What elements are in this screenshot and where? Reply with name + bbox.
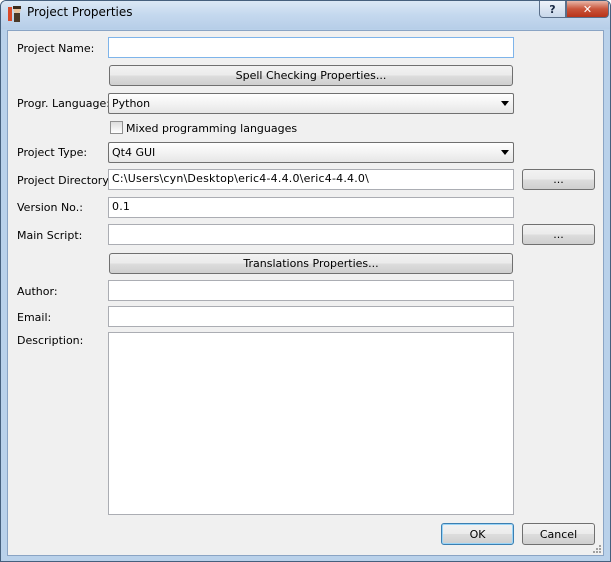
- spell-checking-button[interactable]: Spell Checking Properties...: [109, 65, 513, 86]
- chevron-down-icon: [501, 150, 509, 155]
- title-bar[interactable]: Project Properties ? ✕: [1, 1, 610, 29]
- mixed-languages-checkbox[interactable]: [110, 121, 123, 134]
- project-name-field[interactable]: [108, 37, 514, 58]
- translations-properties-button[interactable]: Translations Properties...: [109, 253, 513, 274]
- project-directory-label: Project Directory:: [17, 174, 112, 187]
- browse-directory-button[interactable]: ...: [522, 169, 595, 190]
- project-type-label: Project Type:: [17, 146, 88, 159]
- close-icon[interactable]: ✕: [566, 1, 609, 18]
- email-label: Email:: [17, 311, 52, 324]
- window-title: Project Properties: [27, 5, 133, 19]
- mixed-languages-label: Mixed programming languages: [126, 122, 298, 135]
- project-properties-dialog: Project Properties ? ✕ Project Name: Spe…: [0, 0, 611, 562]
- dialog-body: Project Name: Spell Checking Properties.…: [7, 30, 604, 556]
- eric-app-icon: [8, 6, 21, 22]
- author-field[interactable]: [108, 280, 514, 301]
- version-field[interactable]: 0.1: [108, 197, 514, 218]
- project-type-select[interactable]: Qt4 GUI: [108, 142, 514, 163]
- project-type-value: Qt4 GUI: [112, 146, 156, 159]
- project-name-label: Project Name:: [17, 42, 95, 55]
- main-script-field[interactable]: [108, 224, 514, 245]
- language-select[interactable]: Python: [108, 93, 514, 114]
- project-directory-field[interactable]: C:\Users\cyn\Desktop\eric4-4.4.0\eric4-4…: [108, 169, 514, 190]
- description-textarea[interactable]: [108, 332, 514, 515]
- ok-button[interactable]: OK: [441, 523, 514, 545]
- email-field[interactable]: [108, 306, 514, 327]
- author-label: Author:: [17, 285, 58, 298]
- description-label: Description:: [17, 334, 84, 347]
- main-script-label: Main Script:: [17, 229, 83, 242]
- chevron-down-icon: [501, 101, 509, 106]
- language-value: Python: [112, 97, 151, 110]
- resize-grip-icon[interactable]: [592, 544, 602, 554]
- cancel-button[interactable]: Cancel: [522, 523, 595, 545]
- language-label: Progr. Language:: [17, 97, 110, 110]
- browse-main-script-button[interactable]: ...: [522, 224, 595, 245]
- help-icon[interactable]: ?: [539, 1, 566, 18]
- version-label: Version No.:: [17, 201, 83, 214]
